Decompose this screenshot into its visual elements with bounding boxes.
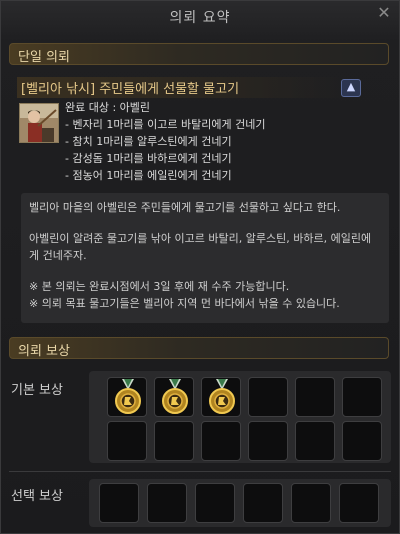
reward-slot[interactable] bbox=[154, 421, 194, 461]
quest-description: 벨리아 마을의 아벨린은 주민들에게 물고기를 선물하고 싶다고 한다. 아벨린… bbox=[21, 193, 389, 323]
objective-item: - 벤자리 1마리를 이고르 바탈리에게 건네기 bbox=[65, 118, 266, 131]
medal-icon bbox=[209, 379, 235, 414]
reward-slot[interactable] bbox=[342, 421, 382, 461]
divider bbox=[9, 471, 391, 472]
reward-slot[interactable] bbox=[99, 483, 139, 523]
reward-slot[interactable] bbox=[154, 377, 194, 417]
completion-target: 완료 대상 : 아벨린 bbox=[65, 101, 151, 114]
reward-slot[interactable] bbox=[195, 483, 235, 523]
objective-item: - 감성돔 1마리를 바하르에게 건네기 bbox=[65, 152, 232, 165]
basic-reward-slots bbox=[89, 371, 391, 463]
reward-slot[interactable] bbox=[248, 377, 288, 417]
reward-slot[interactable] bbox=[107, 421, 147, 461]
npc-portrait bbox=[19, 103, 59, 143]
objective-item: - 참치 1마리를 알루스틴에게 건네기 bbox=[65, 135, 232, 148]
basic-reward-label: 기본 보상 bbox=[11, 383, 63, 398]
quest-summary-window: 의뢰 요약 ✕ 단일 의뢰 [벨리아 낚시] 주민들에게 선물할 물고기 ▲ 완… bbox=[0, 0, 400, 534]
reward-slot[interactable] bbox=[339, 483, 379, 523]
chevron-up-icon: ▲ bbox=[346, 80, 356, 93]
reward-slot[interactable] bbox=[342, 377, 382, 417]
description-line: 아벨린이 알려준 물고기를 낚아 이고르 바탈리, 알루스틴, 바하르, 에일린… bbox=[29, 232, 372, 262]
quest-title: [벨리아 낚시] 주민들에게 선물할 물고기 bbox=[17, 77, 345, 98]
section-header-reward: 의뢰 보상 bbox=[9, 337, 389, 359]
description-note: ※ 의뢰 목표 물고기들은 벨리아 지역 먼 바다에서 낚을 수 있습니다. bbox=[29, 297, 340, 310]
reward-slot[interactable] bbox=[248, 421, 288, 461]
description-line: 벨리아 마을의 아벨린은 주민들에게 물고기를 선물하고 싶다고 한다. bbox=[29, 201, 341, 214]
reward-slot[interactable] bbox=[243, 483, 283, 523]
reward-slot[interactable] bbox=[295, 377, 335, 417]
objective-item: - 점농어 1마리를 에일린에게 건네기 bbox=[65, 169, 232, 182]
select-reward-label: 선택 보상 bbox=[11, 489, 63, 504]
reward-slot[interactable] bbox=[295, 421, 335, 461]
select-reward-slots bbox=[89, 479, 391, 527]
description-note: ※ 본 의뢰는 완료시점에서 3일 후에 재 수주 가능합니다. bbox=[29, 280, 290, 293]
reward-slot[interactable] bbox=[201, 421, 241, 461]
reward-area: 기본 보상 선택 보상 bbox=[9, 367, 391, 527]
collapse-button[interactable]: ▲ bbox=[341, 79, 361, 97]
title-bar[interactable]: 의뢰 요약 ✕ bbox=[1, 1, 399, 33]
section-label: 단일 의뢰 bbox=[18, 50, 70, 65]
medal-icon bbox=[162, 379, 188, 414]
reward-slot[interactable] bbox=[107, 377, 147, 417]
medal-icon bbox=[115, 379, 141, 414]
section-label: 의뢰 보상 bbox=[18, 344, 70, 359]
objective-list: 완료 대상 : 아벨린 - 벤자리 1마리를 이고르 바탈리에게 건네기 - 참… bbox=[65, 99, 266, 184]
reward-slot[interactable] bbox=[147, 483, 187, 523]
npc-portrait-image bbox=[20, 104, 58, 142]
section-header-single-quest: 단일 의뢰 bbox=[9, 43, 389, 65]
quest-panel: [벨리아 낚시] 주민들에게 선물할 물고기 ▲ 완료 대상 : 아벨린 - 벤… bbox=[13, 75, 389, 325]
reward-slot[interactable] bbox=[291, 483, 331, 523]
close-icon[interactable]: ✕ bbox=[375, 4, 393, 22]
reward-slot[interactable] bbox=[201, 377, 241, 417]
window-title: 의뢰 요약 bbox=[169, 10, 231, 26]
